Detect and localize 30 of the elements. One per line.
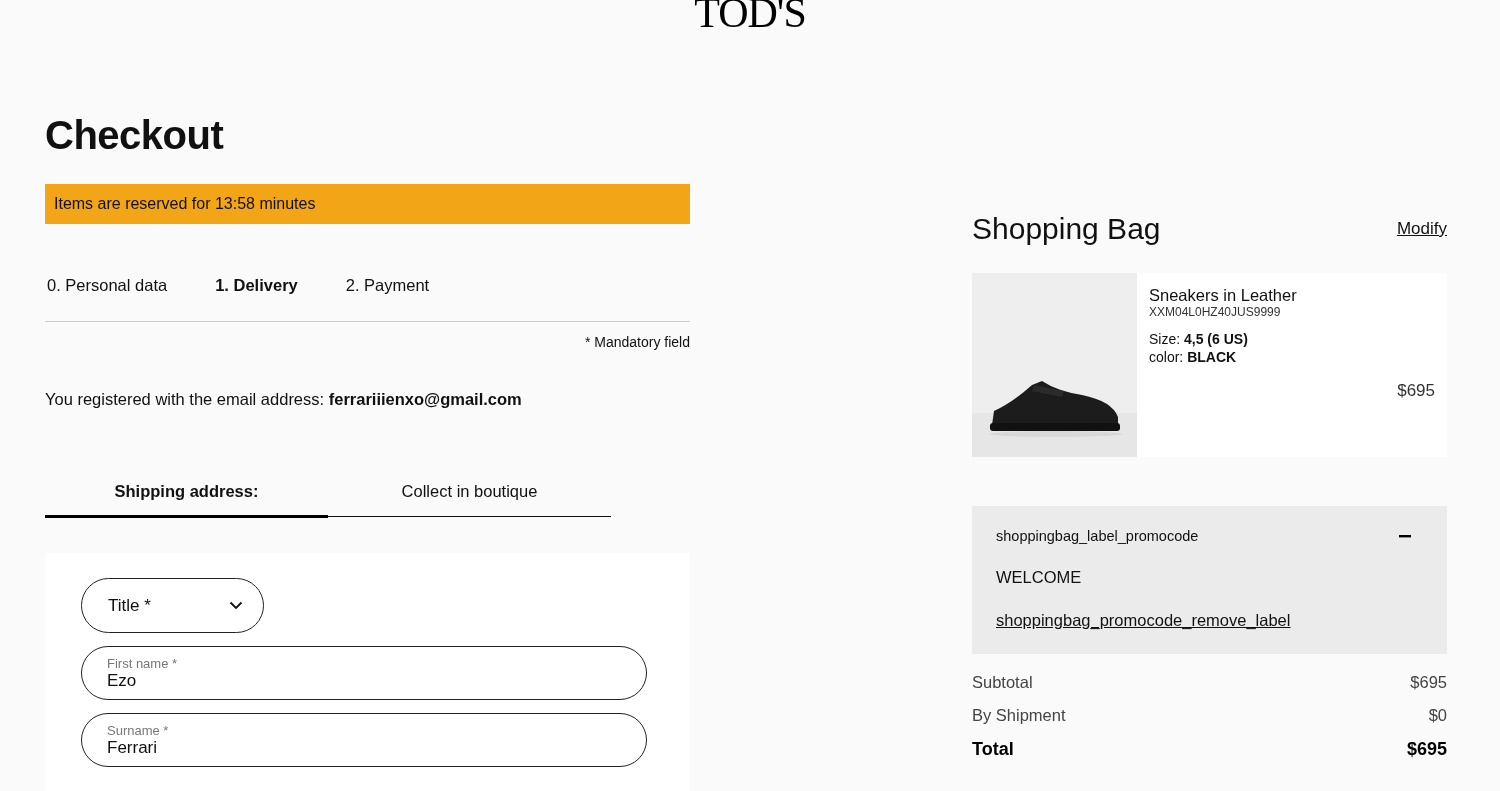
checkout-step[interactable]: 1. Delivery [215,276,298,295]
promo-code: WELCOME [996,568,1083,587]
product-name: Sneakers in Leather [1149,286,1298,305]
promo-label: shoppingbag_label_promocode [996,528,1199,544]
product-size: Size: 4,5 (6 US) [1149,331,1249,347]
bag-title: Shopping Bag [972,212,1161,246]
product-price: $695 [1397,381,1435,401]
field-input[interactable]: Ezo [107,670,621,691]
total-label: By Shipment [972,706,1066,725]
total-value: $695 [1406,739,1447,760]
field-input[interactable]: Ferrari [107,737,621,758]
total-label: Total [972,739,1014,760]
delivery-tab[interactable]: Collect in boutique [328,482,611,518]
product-code: XXM04L0HZ40JUS9999 [1149,305,1282,319]
product-color: color: BLACK [1149,349,1238,365]
field-label: First name * [107,655,179,671]
total-label: Subtotal [972,673,1033,692]
field-label: Surname * [107,722,170,738]
modify-link[interactable]: Modify [1396,219,1447,239]
mandatory-note: * Mandatory field [584,334,690,350]
remove-promo-link[interactable]: shoppingbag_promocode_remove_label [996,611,1291,630]
checkout-step[interactable]: 0. Personal data [47,276,168,295]
total-value: $695 [1410,673,1447,692]
delivery-tab[interactable]: Shipping address: [45,482,328,518]
checkout-step[interactable]: 2. Payment [345,276,430,295]
total-value: $0 [1428,706,1447,725]
page-title: Checkout [45,113,225,158]
email-notice: You registered with the email address: ferrariiienxo@gmail.com [45,390,523,409]
chevron-down-icon [229,601,243,610]
reservation-banner: Items are reserved for 13:58 minutes [45,184,690,224]
